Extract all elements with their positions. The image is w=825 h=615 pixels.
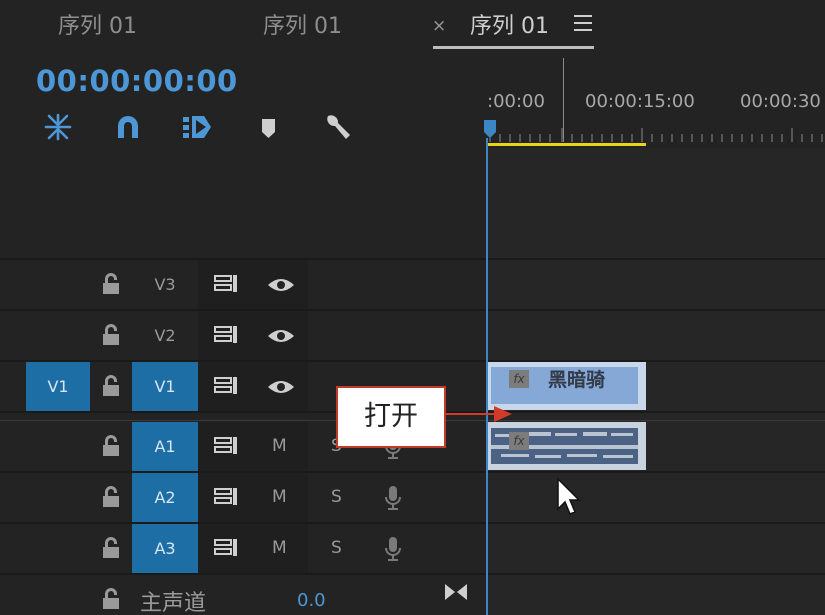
tab-menu-icon[interactable] xyxy=(574,15,592,31)
active-tab-underline xyxy=(433,46,594,49)
master-volume-value[interactable]: 0.0 xyxy=(297,590,326,611)
track-name-a2[interactable]: A2 xyxy=(132,473,198,522)
track-name-a3[interactable]: A3 xyxy=(132,524,198,573)
tab-sequence-active[interactable]: 序列 01 xyxy=(470,8,549,44)
lock-icon[interactable] xyxy=(101,374,121,398)
work-area-bar[interactable] xyxy=(486,143,646,146)
ruler-label-15s: 00:00:15:00 xyxy=(585,91,695,112)
playhead-line[interactable] xyxy=(486,138,488,615)
audio-clip[interactable]: fx xyxy=(488,422,646,470)
video-clip-title: 黑暗骑 xyxy=(548,369,606,391)
sync-lock-icon[interactable] xyxy=(213,435,239,457)
track-row-v3: V3 xyxy=(0,260,486,309)
ruler-label-start: :00:00 xyxy=(487,91,545,112)
track-row-a2: A2 M S xyxy=(0,473,486,522)
ruler-label-30s: 00:00:30 xyxy=(740,91,821,112)
sync-lock-icon[interactable] xyxy=(213,273,239,295)
track-name-v3[interactable]: V3 xyxy=(132,260,198,309)
mouse-cursor-icon xyxy=(557,477,581,515)
tab-close-icon[interactable]: × xyxy=(432,16,446,36)
eye-icon[interactable] xyxy=(266,275,296,295)
video-clip[interactable]: fx 黑暗骑 xyxy=(488,362,646,410)
annotation-callout: 打开 xyxy=(336,386,446,448)
eye-icon[interactable] xyxy=(266,377,296,397)
playhead-timecode[interactable]: 00:00:00:00 xyxy=(36,64,238,98)
playhead-handle-icon[interactable] xyxy=(484,118,498,138)
microphone-icon[interactable] xyxy=(383,484,403,512)
master-lock-icon[interactable] xyxy=(101,587,121,611)
sync-lock-icon[interactable] xyxy=(213,375,239,397)
solo-button[interactable]: S xyxy=(331,473,342,522)
add-edit-marker-icon[interactable] xyxy=(182,112,212,142)
lock-icon[interactable] xyxy=(101,536,121,560)
eye-icon[interactable] xyxy=(266,326,296,346)
track-name-v2[interactable]: V2 xyxy=(132,311,198,360)
master-track-label: 主声道 xyxy=(140,591,207,615)
wrench-icon[interactable] xyxy=(322,112,352,142)
lock-icon[interactable] xyxy=(101,434,121,458)
sync-lock-icon[interactable] xyxy=(213,324,239,346)
source-patch-v1[interactable]: V1 xyxy=(26,362,90,411)
track-name-v1[interactable]: V1 xyxy=(132,362,198,411)
sync-lock-icon[interactable] xyxy=(213,537,239,559)
expand-tracks-icon[interactable] xyxy=(443,582,469,602)
marker-icon[interactable] xyxy=(256,112,286,142)
row-separator xyxy=(0,573,825,575)
annotation-arrow-head xyxy=(494,406,512,422)
mute-button[interactable]: M xyxy=(272,422,287,471)
mute-button[interactable]: M xyxy=(272,524,287,573)
annotation-arrow xyxy=(446,413,496,415)
lock-icon[interactable] xyxy=(101,323,121,347)
track-row-v2: V2 xyxy=(0,311,486,360)
lock-icon[interactable] xyxy=(101,272,121,296)
tab-sequence-1[interactable]: 序列 01 xyxy=(58,8,137,44)
tab-sequence-2[interactable]: 序列 01 xyxy=(263,8,342,44)
microphone-icon[interactable] xyxy=(383,535,403,563)
time-ruler-ticks[interactable] xyxy=(486,128,825,142)
mute-button[interactable]: M xyxy=(272,473,287,522)
lock-icon[interactable] xyxy=(101,485,121,509)
fx-badge: fx xyxy=(509,370,529,388)
sync-lock-icon[interactable] xyxy=(213,486,239,508)
solo-button[interactable]: S xyxy=(331,524,342,573)
linked-selection-icon[interactable] xyxy=(113,112,143,142)
track-row-a3: A3 M S xyxy=(0,524,486,573)
track-name-a1[interactable]: A1 xyxy=(132,422,198,471)
fx-badge: fx xyxy=(509,432,529,450)
snap-icon[interactable] xyxy=(43,112,73,142)
